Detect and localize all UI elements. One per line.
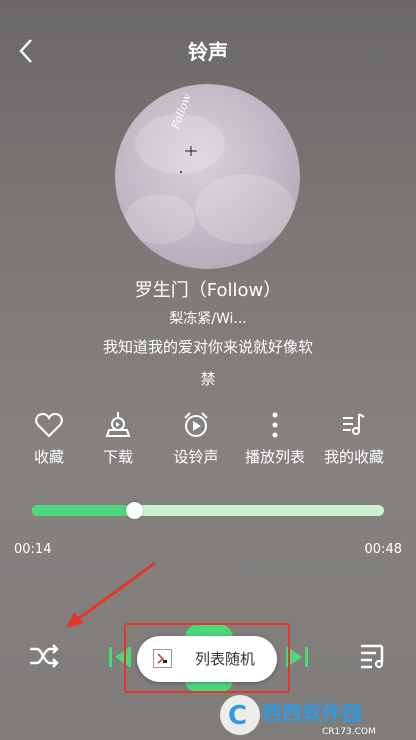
svg-text:C: C [228, 701, 247, 731]
playlist-menu-label: 播放列表 [244, 448, 305, 466]
download-button[interactable]: 下载 [83, 410, 153, 467]
download-icon [105, 412, 131, 437]
total-time: 00:48 [364, 542, 402, 557]
my-favorites-label: 我的收藏 [323, 448, 384, 466]
set-ringtone-button[interactable]: 设铃声 [161, 410, 231, 467]
shuffle-icon[interactable] [28, 640, 60, 672]
progress-fill [32, 505, 135, 516]
album-cover: Follow [115, 84, 300, 269]
alarm-icon [184, 412, 208, 437]
favorite-label: 收藏 [33, 448, 64, 466]
annotation-arrow [66, 561, 156, 628]
lyric-line: 禁 [200, 370, 216, 388]
download-label: 下载 [102, 448, 133, 466]
page-title: 铃声 [188, 40, 228, 64]
artist-name[interactable]: 梨冻紧/Wi... [0, 308, 416, 328]
heart-icon [35, 412, 63, 438]
highlight-box [124, 623, 290, 693]
more-vertical-icon [272, 412, 278, 438]
watermark-logo: C 西西软件园 CR173.COM [220, 695, 376, 737]
cover-title: Follow [169, 91, 194, 131]
favorite-button[interactable]: 收藏 [14, 410, 84, 467]
lyric-line: 我知道我的爱对你来说就好像软 [102, 338, 313, 356]
svg-text:CR173.COM: CR173.COM [322, 727, 376, 737]
song-title: 罗生门（Follow） [134, 280, 282, 301]
set-ringtone-label: 设铃声 [173, 448, 219, 466]
progress-thumb[interactable] [126, 502, 144, 519]
my-favorites-button[interactable]: 我的收藏 [319, 410, 389, 467]
playlist-icon[interactable] [358, 640, 388, 670]
svg-text:西西软件园: 西西软件园 [262, 701, 362, 725]
playlist-menu-button[interactable]: 播放列表 [240, 410, 310, 467]
music-list-icon [343, 413, 365, 435]
current-time: 00:14 [14, 542, 52, 557]
